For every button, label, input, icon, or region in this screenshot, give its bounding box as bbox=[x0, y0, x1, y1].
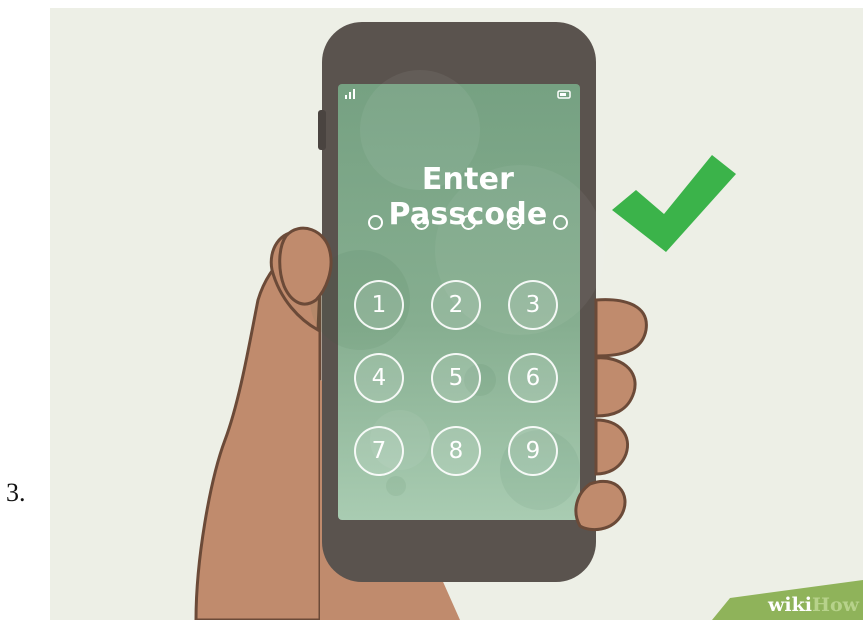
key-4[interactable]: 4 bbox=[354, 353, 404, 403]
hand-thumb bbox=[278, 226, 333, 306]
key-6[interactable]: 6 bbox=[508, 353, 558, 403]
watermark-how: How bbox=[812, 594, 859, 616]
key-2[interactable]: 2 bbox=[431, 280, 481, 330]
key-7[interactable]: 7 bbox=[354, 426, 404, 476]
key-3[interactable]: 3 bbox=[508, 280, 558, 330]
checkmark-icon bbox=[612, 155, 736, 252]
step-number: 3. bbox=[6, 478, 26, 507]
passcode-keypad: 1 2 3 4 5 6 7 8 9 bbox=[354, 280, 582, 478]
passcode-dot bbox=[368, 215, 383, 230]
passcode-dot bbox=[460, 215, 476, 230]
passcode-dot bbox=[553, 215, 568, 230]
illustration: Enter Passcode 1 2 3 4 5 6 7 8 9 wikiHow bbox=[50, 8, 863, 620]
passcode-dots bbox=[368, 211, 568, 235]
passcode-dot bbox=[506, 215, 522, 230]
passcode-dot bbox=[414, 215, 430, 230]
key-1[interactable]: 1 bbox=[354, 280, 404, 330]
key-8[interactable]: 8 bbox=[431, 426, 481, 476]
wikihow-watermark: wikiHow bbox=[713, 590, 863, 620]
key-9[interactable]: 9 bbox=[508, 426, 558, 476]
key-5[interactable]: 5 bbox=[431, 353, 481, 403]
watermark-wiki: wiki bbox=[768, 594, 813, 616]
